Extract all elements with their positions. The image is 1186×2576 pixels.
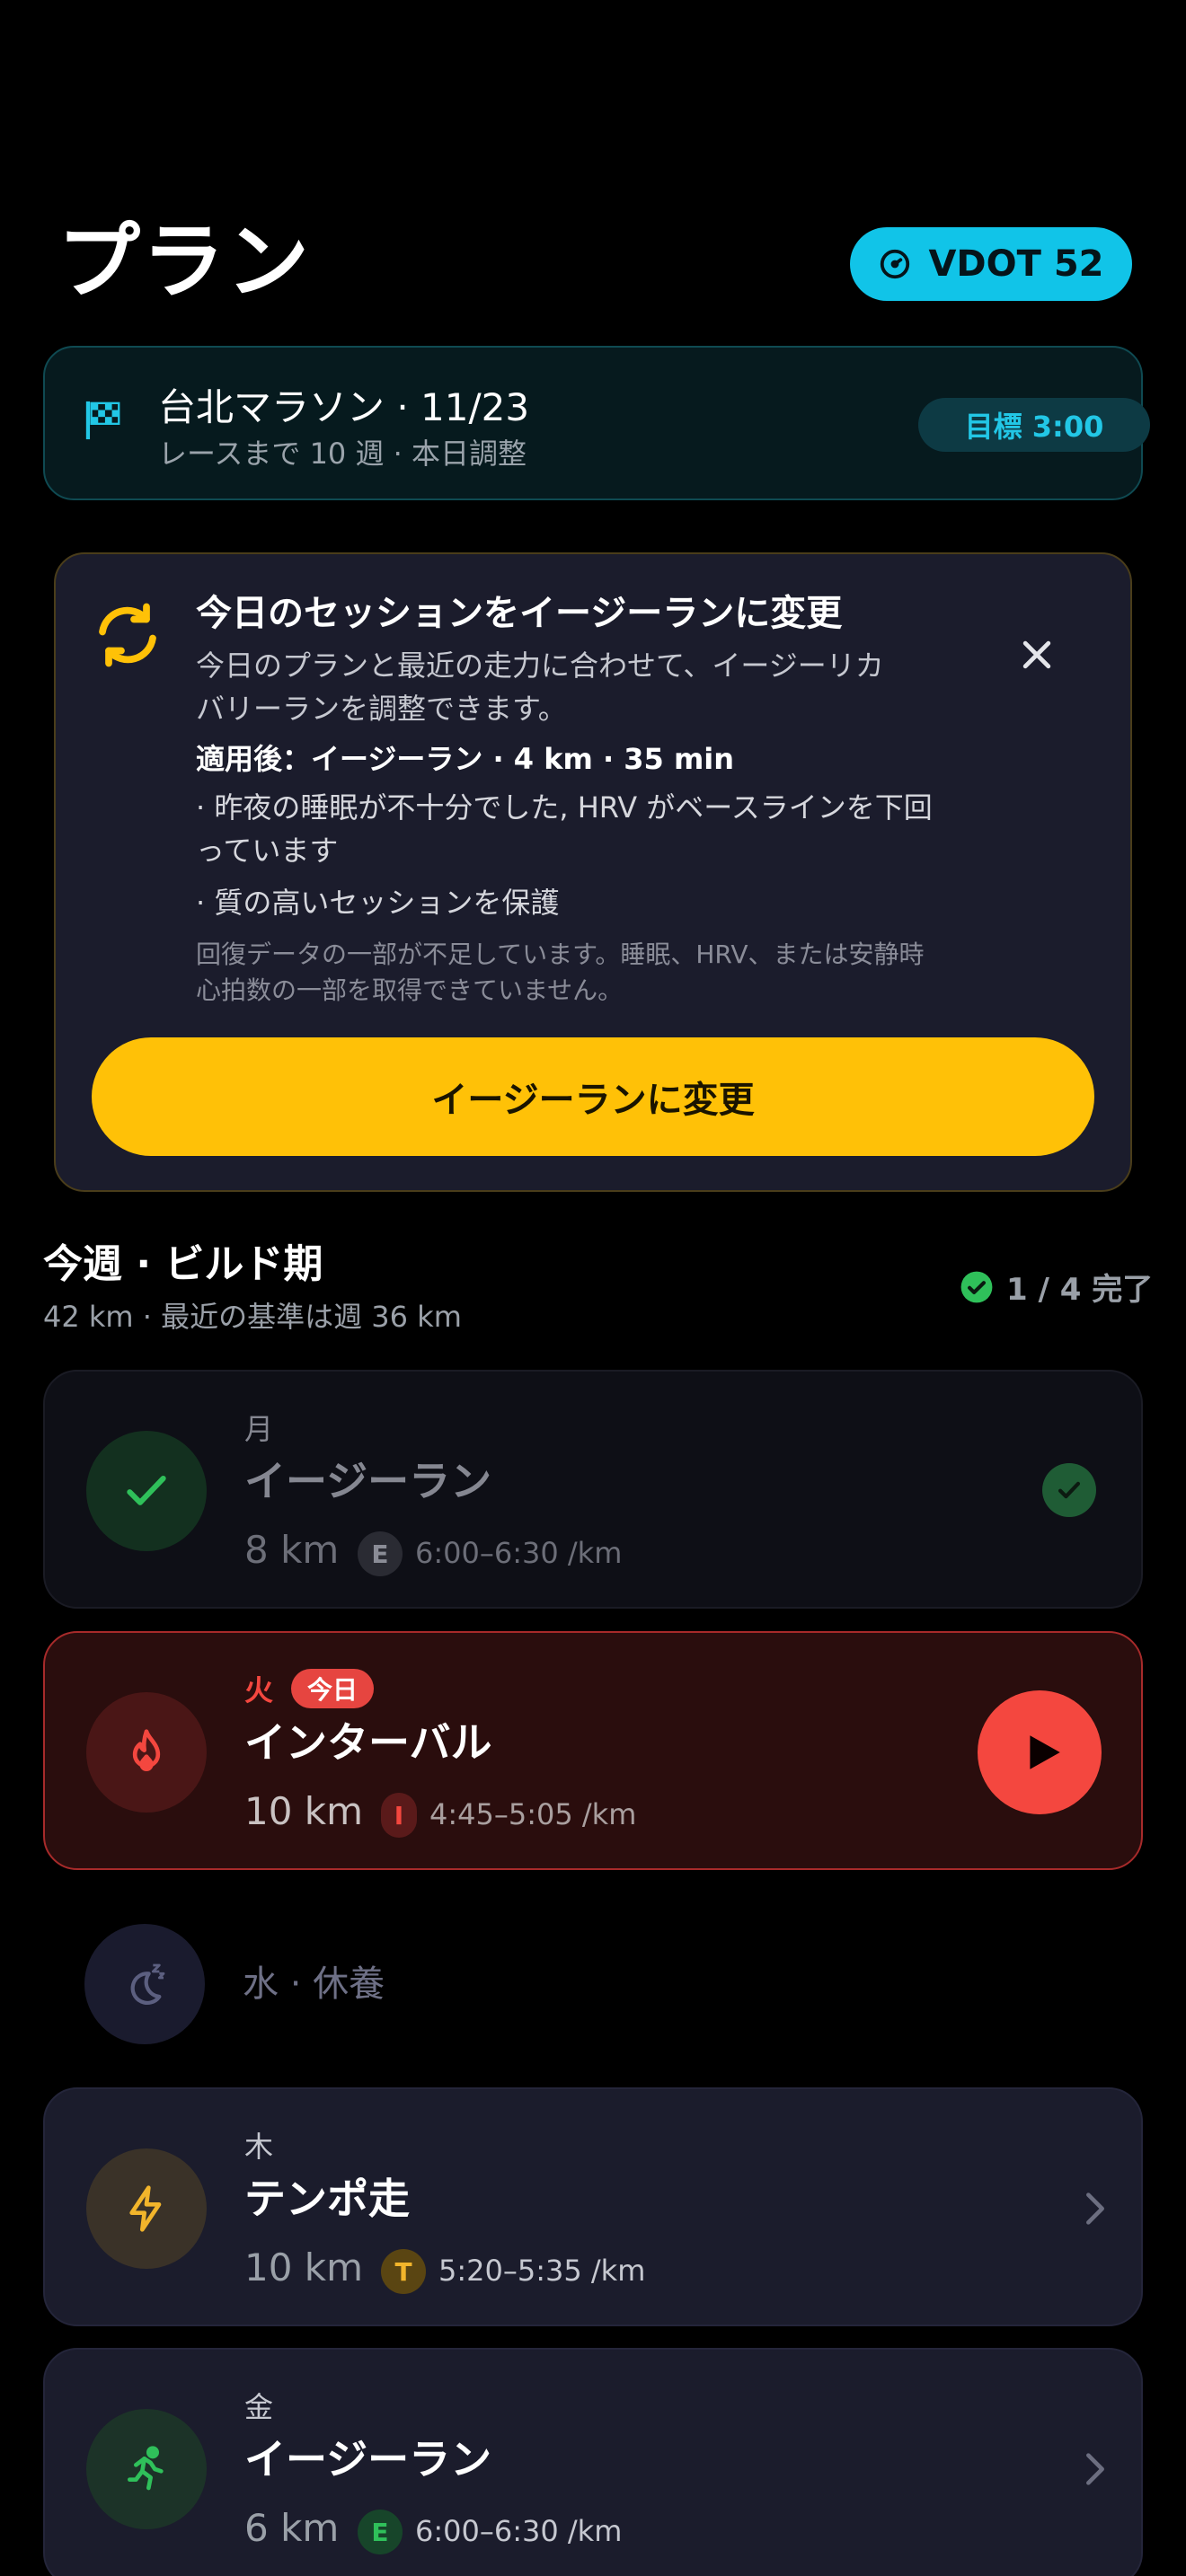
sync-arrows-icon <box>99 603 156 667</box>
rest-label: 水 · 休養 <box>243 1963 385 2005</box>
session-status-circle <box>86 1431 207 1551</box>
session-name: イージーラン <box>244 1457 492 1505</box>
gauge-icon <box>881 249 910 279</box>
week-title: 今週 · ビルド期 <box>43 1241 323 1287</box>
session-pace: 6:00–6:30 /km <box>415 1536 623 1570</box>
session-icon-circle <box>86 2409 207 2529</box>
check-circle-icon <box>960 1271 993 1302</box>
vdot-label: VDOT 52 <box>928 243 1104 285</box>
zone-badge: E <box>358 1531 403 1576</box>
close-icon[interactable] <box>1017 635 1057 675</box>
runner-icon <box>128 2446 164 2491</box>
session-card[interactable]: 木 テンポ走 10 km T 5:20–5:35 /km <box>43 2087 1143 2326</box>
session-distance: 6 km <box>244 2506 340 2550</box>
zone-badge: I <box>381 1793 417 1838</box>
suggestion-description: 今日のプランと最近の走力に合わせて、イージーリカバリーランを調整できます。 <box>196 648 884 726</box>
completed-badge <box>1042 1463 1096 1517</box>
zone-badge: E <box>358 2510 403 2554</box>
change-to-easy-button[interactable]: イージーランに変更 <box>92 1037 1094 1156</box>
session-name: テンポ走 <box>244 2175 410 2223</box>
session-distance: 10 km <box>244 2245 364 2289</box>
check-icon <box>127 1475 166 1505</box>
session-icon-circle <box>86 1692 207 1813</box>
suggestion-card: 今日のセッションをイージーランに変更 今日のプランと最近の走力に合わせて、イージ… <box>54 552 1132 1192</box>
session-name: イージーラン <box>244 2435 492 2483</box>
race-subtitle: レースまで 10 週 · 本日調整 <box>158 437 527 471</box>
goal-badge: 目標 3:00 <box>918 398 1150 452</box>
session-pace: 4:45–5:05 /km <box>429 1797 637 1831</box>
session-icon-circle <box>86 2148 207 2269</box>
zone-badge: T <box>381 2249 426 2294</box>
suggestion-note: 回復データの一部が不足しています。睡眠、HRV、または安静時心拍数の一部を取得で… <box>196 940 925 1005</box>
today-badge: 今日 <box>291 1669 375 1708</box>
session-card[interactable]: 月 イージーラン 8 km E 6:00–6:30 /km <box>43 1370 1143 1609</box>
session-day: 火 <box>244 1673 274 1707</box>
session-day: 月 <box>244 1412 274 1446</box>
session-distance: 8 km <box>244 1528 340 1572</box>
chevron-right-icon <box>1086 2453 1104 2485</box>
checkered-flag-icon <box>85 401 120 440</box>
week-progress-label: 1 / 4 完了 <box>1006 1272 1154 1308</box>
race-title: 台北マラソン · 11/23 <box>158 385 530 429</box>
session-card-today[interactable]: 火 今日 インターバル 10 km I 4:45–5:05 /km <box>43 1631 1143 1870</box>
moon-sleep-icon <box>130 1963 165 2005</box>
session-rest: 水 · 休養 <box>43 1892 1143 2071</box>
check-icon <box>1058 1481 1081 1499</box>
start-workout-button[interactable] <box>978 1690 1102 1814</box>
play-icon <box>1030 1735 1060 1769</box>
session-day: 木 <box>244 2130 274 2164</box>
session-icon-circle <box>84 1924 205 2044</box>
session-day: 金 <box>244 2390 274 2424</box>
chevron-right-icon <box>1086 2192 1104 2225</box>
lightning-icon <box>129 2185 162 2232</box>
suggestion-reason: · 質の高いセッションを保護 <box>196 886 560 920</box>
suggestion-reason: · 昨夜の睡眠が不十分でした, HRV がベースラインを下回っています <box>196 790 933 868</box>
session-pace: 6:00–6:30 /km <box>415 2514 623 2548</box>
race-card[interactable]: 台北マラソン · 11/23 レースまで 10 週 · 本日調整 目標 3:00 <box>43 346 1150 500</box>
flame-icon <box>132 1729 161 1771</box>
suggestion-applied: 適用後：イージーラン · 4 km · 35 min <box>196 742 735 776</box>
session-name: インターバル <box>244 1718 492 1767</box>
session-distance: 10 km <box>244 1789 364 1833</box>
page-title: プラン <box>58 214 312 310</box>
vdot-badge[interactable]: VDOT 52 <box>850 227 1132 301</box>
session-card[interactable]: 金 イージーラン 6 km E 6:00–6:30 /km <box>43 2348 1143 2576</box>
session-pace: 5:20–5:35 /km <box>438 2254 646 2288</box>
suggestion-title: 今日のセッションをイージーランに変更 <box>196 593 843 634</box>
week-progress: 1 / 4 完了 <box>960 1265 1153 1309</box>
week-subtitle: 42 km · 最近の基準は週 36 km <box>43 1300 462 1334</box>
